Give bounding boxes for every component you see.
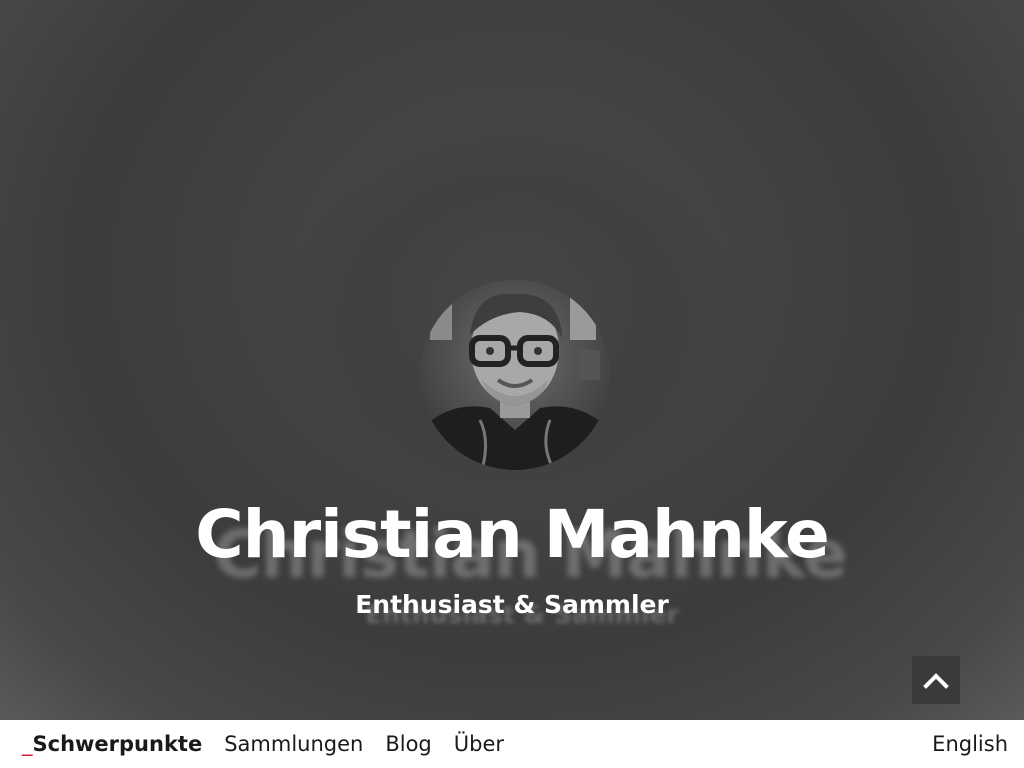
nav-item-schwerpunkte: _Schwerpunkte — [22, 732, 202, 756]
nav-link-sammlungen[interactable]: Sammlungen — [224, 732, 363, 756]
nav-item-sammlungen: Sammlungen — [224, 732, 363, 756]
active-indicator: _ — [22, 732, 33, 756]
nav-item-blog: Blog — [385, 732, 431, 756]
nav-label: Schwerpunkte — [32, 732, 203, 756]
portrait-photo — [420, 280, 610, 470]
chevron-up-icon — [923, 673, 949, 689]
nav-link-ueber[interactable]: Über — [454, 732, 504, 756]
nav-link-blog[interactable]: Blog — [385, 732, 431, 756]
nav-link-schwerpunkte[interactable]: _Schwerpunkte — [22, 732, 202, 756]
nav-list: _Schwerpunkte Sammlungen Blog Über — [22, 720, 526, 768]
hero-name: Christian Mahnke — [195, 496, 830, 573]
language-switch-link[interactable]: English — [932, 720, 1008, 768]
scroll-to-top-button[interactable] — [912, 656, 960, 704]
hero-section: Christian Mahnke Enthusiast & Sammler — [0, 0, 1024, 720]
bottom-navigation: _Schwerpunkte Sammlungen Blog Über Engli… — [0, 720, 1024, 768]
nav-item-ueber: Über — [454, 732, 504, 756]
hero-subtitle: Enthusiast & Sammler — [355, 590, 669, 619]
